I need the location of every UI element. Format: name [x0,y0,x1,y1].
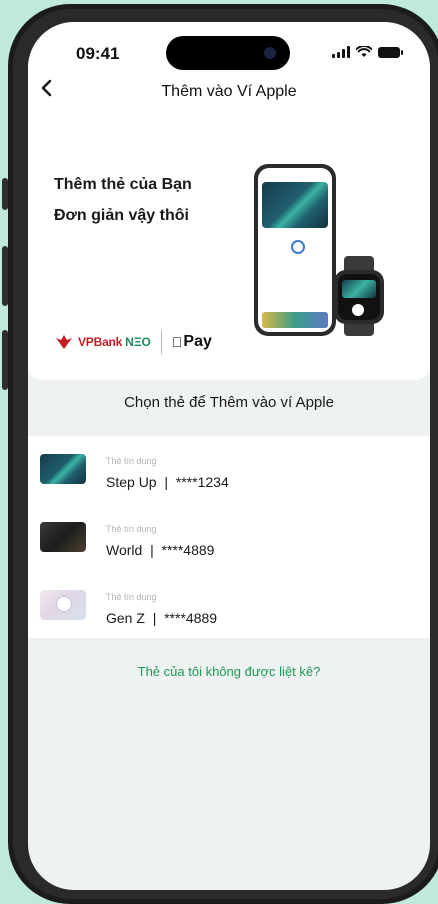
card-item-world[interactable]: Thẻ tín dụng World | ****4889 [28,508,430,574]
card-separator: | [152,610,157,626]
card-separator: | [150,542,154,558]
card-not-listed-link[interactable]: Thẻ của tôi không được liệt kê? [28,664,430,679]
card-name: World [106,542,143,558]
brand-logos: VPBank NΞO  Pay [54,330,212,354]
volume-down-button [2,330,8,390]
card-type-label: Thẻ tín dụng [106,524,157,534]
card-type-label: Thẻ tín dụng [106,456,157,466]
apple-pay-wordmark: Pay [172,333,211,350]
camera-icon [264,47,276,59]
status-time: 09:41 [76,44,120,63]
card-stack-illustration [262,312,328,328]
card-separator: | [164,474,169,490]
check-icon [291,240,305,254]
apple-logo-icon:  [172,334,183,350]
dynamic-island [166,36,290,70]
card-info: Gen Z | ****4889 [106,610,217,626]
genz-card-thumbnail [40,590,86,620]
card-name: Gen Z [106,610,145,626]
card-number: ****4889 [164,610,218,626]
card-illustration [262,182,328,228]
promo-headline-2: Đơn giản vậy thôi [54,207,189,224]
card-number: ****4889 [161,542,215,558]
phone-screen: 09:41 Thêm vào Ví Apple Thêm thẻ của Bạn… [28,22,430,890]
battery-icon [378,46,403,58]
signal-icon [332,46,350,58]
wifi-icon [356,46,372,57]
card-name: Step Up [106,474,157,490]
section-title: Chọn thẻ để Thêm vào ví Apple [124,394,334,411]
watch-illustration [334,256,384,336]
brand-divider [160,330,162,354]
neo-wordmark: NΞO [125,335,151,349]
card-type-label: Thẻ tín dụng [106,592,157,602]
card-list: Thẻ tín dụng Step Up | ****1234 Thẻ tín … [28,436,430,638]
phone-illustration [254,164,336,336]
vpbank-wordmark: VPBank [78,335,123,349]
page-title: Thêm vào Ví Apple [161,83,297,100]
card-info: Step Up | ****1234 [106,474,229,490]
status-icons [332,46,403,58]
vpbank-logo-icon [56,335,72,349]
stepup-card-thumbnail [40,454,86,484]
volume-up-button [2,246,8,306]
card-info: World | ****4889 [106,542,214,558]
promo-banner: Thêm thẻ của Bạn Đơn giản vậy thôi VPBan… [28,112,430,380]
world-card-thumbnail [40,522,86,552]
promo-headline-1: Thêm thẻ của Bạn [54,176,192,193]
mute-switch [2,178,8,210]
card-item-genz[interactable]: Thẻ tín dụng Gen Z | ****4889 [28,576,430,642]
card-item-stepup[interactable]: Thẻ tín dụng Step Up | ****1234 [28,440,430,506]
nav-bar: Thêm vào Ví Apple [28,72,430,112]
card-number: ****1234 [175,474,229,490]
